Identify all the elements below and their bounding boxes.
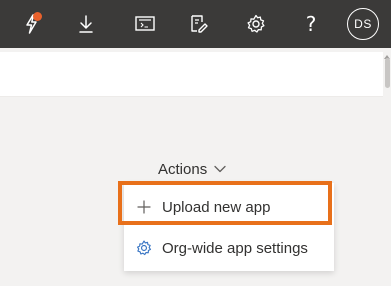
gear-icon[interactable] <box>242 10 270 38</box>
menu-item-label: Upload new app <box>162 198 271 216</box>
avatar[interactable]: DS <box>347 8 379 40</box>
help-icon[interactable]: ? <box>297 10 325 38</box>
menu-item-label: Org-wide app settings <box>162 239 308 257</box>
menu-item-upload-new-app[interactable]: Upload new app <box>124 187 334 227</box>
lightning-icon[interactable] <box>18 10 46 38</box>
gear-icon <box>134 238 154 258</box>
feedback-icon[interactable] <box>185 10 213 38</box>
download-icon[interactable] <box>72 10 100 38</box>
actions-dropdown[interactable]: Actions <box>158 158 227 180</box>
actions-menu: Upload new app Org-wide app settings <box>124 183 334 271</box>
chevron-down-icon <box>213 164 227 174</box>
scrollbar-thumb[interactable] <box>385 58 390 88</box>
actions-label: Actions <box>158 160 208 178</box>
notification-badge <box>33 12 42 21</box>
menu-item-org-wide-app-settings[interactable]: Org-wide app settings <box>124 228 334 268</box>
terminal-icon[interactable] <box>131 10 159 38</box>
plus-icon <box>134 197 154 217</box>
command-bar <box>0 52 391 97</box>
top-bar: ? DS <box>0 0 391 48</box>
help-label: ? <box>305 12 317 36</box>
